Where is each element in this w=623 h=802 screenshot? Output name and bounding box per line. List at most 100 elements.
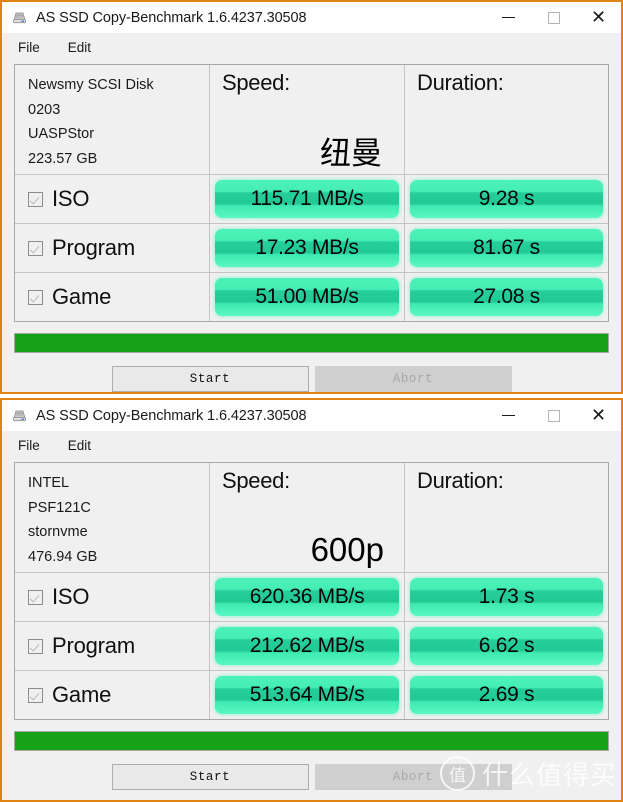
duration-value: 2.69 s — [478, 683, 535, 706]
abort-button: Abort — [314, 366, 512, 392]
action-buttons: Start Abort — [2, 764, 621, 790]
maximize-button[interactable] — [531, 400, 576, 431]
result-pill: 1.73 s — [410, 578, 603, 616]
speed-value: 51.00 MB/s — [255, 285, 359, 308]
test-name: Game — [52, 284, 112, 309]
checkbox-game[interactable] — [28, 289, 43, 305]
title-bar[interactable]: AS SSD Copy-Benchmark 1.6.4237.30508 ✕ — [2, 2, 621, 33]
progress-bar — [14, 333, 609, 353]
drive-info-cell: INTEL PSF121C stornvme 476.94 GB — [15, 463, 210, 572]
checkbox-iso[interactable] — [28, 589, 43, 605]
benchmark-body: INTEL PSF121C stornvme 476.94 GB Speed: … — [2, 459, 621, 720]
minimize-button[interactable] — [486, 400, 531, 431]
menu-bar: File Edit — [2, 431, 621, 459]
window-controls: ✕ — [486, 2, 621, 33]
menu-edit[interactable]: Edit — [68, 438, 91, 453]
menu-bar: File Edit — [2, 33, 621, 61]
start-button[interactable]: Start — [111, 764, 309, 790]
checkbox-program[interactable] — [28, 240, 43, 256]
minimize-icon — [502, 414, 515, 417]
speed-cell-program: 17.23 MB/s — [210, 224, 405, 272]
test-name: Program — [52, 633, 135, 658]
speed-column-header: Speed: — [222, 468, 290, 493]
drive-firmware: PSF121C — [28, 499, 91, 516]
test-cell-program[interactable]: Program — [15, 224, 210, 272]
test-name: Program — [52, 235, 135, 260]
table-row: ISO 620.36 MB/s 1.73 s — [15, 573, 608, 622]
duration-column-header: Duration: — [417, 468, 504, 493]
result-pill: 27.08 s — [410, 278, 603, 316]
checkbox-program[interactable] — [28, 638, 43, 654]
window-copy-benchmark-intel: AS SSD Copy-Benchmark 1.6.4237.30508 ✕ F… — [0, 398, 623, 802]
table-row: Program 17.23 MB/s 81.67 s — [15, 224, 608, 273]
checkbox-game[interactable] — [28, 687, 43, 703]
result-pill: 6.62 s — [410, 627, 603, 665]
speed-cell-iso: 115.71 MB/s — [210, 175, 405, 223]
test-cell-game[interactable]: Game — [15, 671, 210, 719]
table-row: Game 513.64 MB/s 2.69 s — [15, 671, 608, 720]
speed-cell-game: 51.00 MB/s — [210, 273, 405, 321]
speed-cell-iso: 620.36 MB/s — [210, 573, 405, 621]
duration-value: 81.67 s — [473, 236, 540, 259]
speed-column-header: Speed: — [222, 70, 290, 95]
drive-capacity: 223.57 GB — [28, 150, 98, 167]
start-button[interactable]: Start — [111, 366, 309, 392]
minimize-button[interactable] — [486, 2, 531, 33]
window-copy-benchmark-newsmy: AS SSD Copy-Benchmark 1.6.4237.30508 ✕ F… — [0, 0, 623, 394]
duration-cell-iso: 1.73 s — [405, 573, 608, 621]
test-name: ISO — [52, 584, 90, 609]
result-pill: 2.69 s — [410, 676, 603, 714]
abort-button: Abort — [314, 764, 512, 790]
minimize-icon — [502, 16, 515, 19]
duration-cell-program: 81.67 s — [405, 224, 608, 272]
benchmark-body: Newsmy SCSI Disk 0203 UASPStor 223.57 GB… — [2, 61, 621, 322]
duration-header-cell: Duration: — [405, 65, 608, 174]
close-icon: ✕ — [590, 6, 607, 28]
hdd-icon — [11, 9, 28, 26]
drive-firmware: 0203 — [28, 101, 61, 118]
maximize-icon — [547, 11, 560, 24]
table-row: Program 212.62 MB/s 6.62 s — [15, 622, 608, 671]
result-pill: 9.28 s — [410, 180, 603, 218]
speed-value: 212.62 MB/s — [249, 634, 365, 657]
duration-value: 27.08 s — [473, 285, 540, 308]
duration-value: 9.28 s — [478, 187, 535, 210]
speed-cell-game: 513.64 MB/s — [210, 671, 405, 719]
test-cell-game[interactable]: Game — [15, 273, 210, 321]
drive-model: INTEL — [28, 475, 70, 491]
drive-model: Newsmy SCSI Disk — [28, 77, 154, 93]
maximize-icon — [547, 409, 560, 422]
speed-value: 115.71 MB/s — [250, 187, 364, 210]
duration-value: 1.73 s — [478, 585, 535, 608]
close-button[interactable]: ✕ — [576, 400, 621, 431]
window-title: AS SSD Copy-Benchmark 1.6.4237.30508 — [36, 9, 307, 26]
test-name: ISO — [52, 186, 90, 211]
duration-cell-iso: 9.28 s — [405, 175, 608, 223]
drive-info: Newsmy SCSI Disk 0203 UASPStor 223.57 GB — [15, 65, 209, 171]
progress-fill — [15, 732, 608, 750]
menu-edit[interactable]: Edit — [68, 40, 91, 55]
table-header-row: INTEL PSF121C stornvme 476.94 GB Speed: … — [15, 463, 608, 573]
table-row: ISO 115.71 MB/s 9.28 s — [15, 175, 608, 224]
result-pill: 17.23 MB/s — [215, 229, 399, 267]
menu-file[interactable]: File — [18, 40, 40, 55]
duration-cell-program: 6.62 s — [405, 622, 608, 670]
checkbox-iso[interactable] — [28, 191, 43, 207]
test-cell-program[interactable]: Program — [15, 622, 210, 670]
drive-driver: stornvme — [28, 524, 88, 540]
result-pill: 115.71 MB/s — [215, 180, 399, 218]
close-button[interactable]: ✕ — [576, 2, 621, 33]
close-icon: ✕ — [590, 404, 607, 426]
test-cell-iso[interactable]: ISO — [15, 175, 210, 223]
menu-file[interactable]: File — [18, 438, 40, 453]
progress-fill — [15, 334, 608, 352]
benchmark-table: Newsmy SCSI Disk 0203 UASPStor 223.57 GB… — [14, 64, 609, 322]
test-cell-iso[interactable]: ISO — [15, 573, 210, 621]
brand-label: 纽曼 — [320, 136, 382, 172]
maximize-button[interactable] — [531, 2, 576, 33]
duration-value: 6.62 s — [478, 634, 535, 657]
screen: AS SSD Copy-Benchmark 1.6.4237.30508 ✕ F… — [0, 0, 623, 802]
speed-value: 620.36 MB/s — [249, 585, 365, 608]
title-bar[interactable]: AS SSD Copy-Benchmark 1.6.4237.30508 ✕ — [2, 400, 621, 431]
table-row: Game 51.00 MB/s 27.08 s — [15, 273, 608, 322]
